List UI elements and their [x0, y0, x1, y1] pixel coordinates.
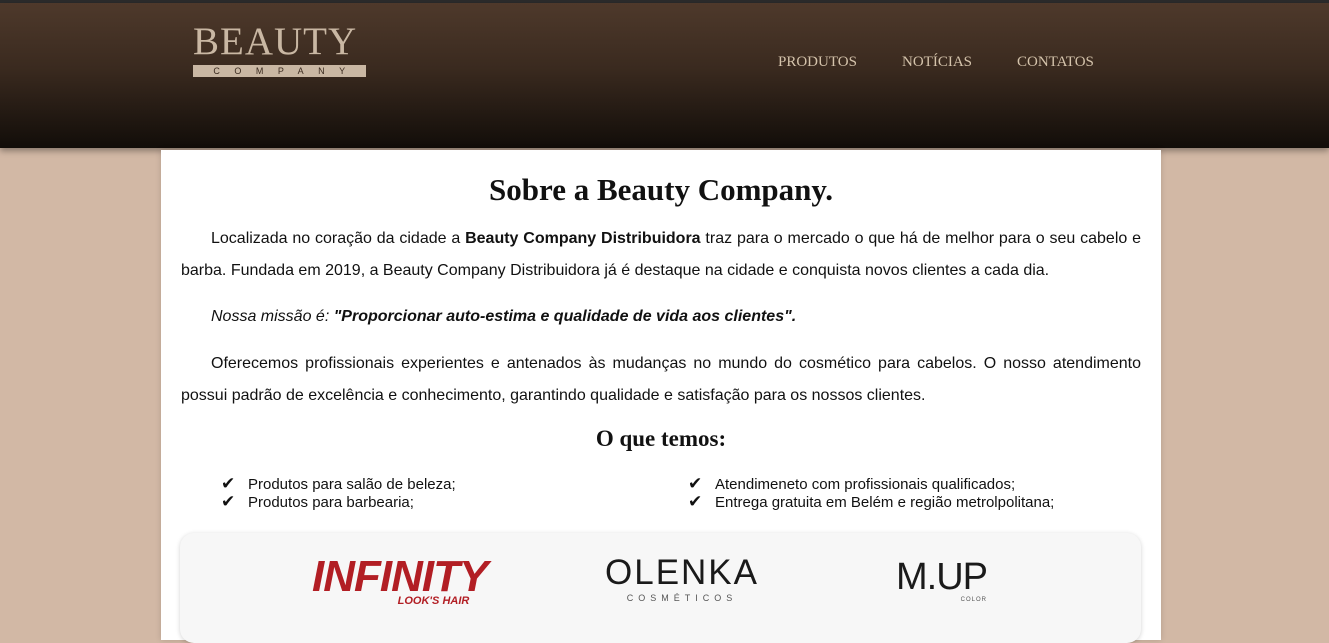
services-paragraph: Oferecemos profissionais experientes e a… [181, 355, 1141, 404]
feature-item: ✔ Entrega gratuita em Belém e região metr… [688, 493, 1054, 512]
nav-link-contatos[interactable]: CONTATOS [1017, 54, 1094, 71]
brand-name: OLENKA [605, 553, 759, 592]
feature-item: ✔ Atendimeneto com profissionais qualific… [688, 475, 1015, 494]
brand-logo-infinity[interactable]: INFINITY LOOK'S HAIR [312, 552, 488, 608]
feature-item: ✔ Produtos para salão de beleza; [221, 475, 456, 494]
brand-name: M.UP [896, 556, 988, 598]
brands-panel: INFINITY LOOK'S HAIR OLENKA COSMÉTICOS M… [180, 533, 1141, 643]
mission-label: Nossa missão é: [211, 308, 334, 325]
logo-subtitle: COMPANY [193, 65, 366, 77]
brand-name: INFINITY [312, 552, 488, 601]
checkmark-icon: ✔ [688, 492, 703, 511]
nav-link-noticias[interactable]: NOTÍCIAS [902, 54, 972, 71]
logo-word: BEAUTY [193, 20, 358, 63]
feature-label: Produtos para barbearia; [248, 494, 414, 511]
brand-logo[interactable]: BEAUTY COMPANY [193, 21, 367, 81]
brand-logo-mup[interactable]: M.UP COLOR [896, 556, 988, 603]
nav-link-produtos[interactable]: PRODUTOS [778, 54, 857, 71]
checkmark-icon: ✔ [221, 474, 236, 493]
section-title: O que temos: [595, 426, 727, 451]
checkmark-icon: ✔ [688, 474, 703, 493]
content-card: Sobre a Beauty Company. Localizada no co… [161, 150, 1161, 643]
about-paragraph: Localizada no coração da cidade a Beauty… [181, 223, 1141, 287]
checkmark-icon: ✔ [221, 492, 236, 511]
feature-label: Atendimeneto com profissionais qualifica… [715, 476, 1016, 493]
feature-label: Produtos para salão de beleza; [248, 476, 456, 493]
site-header: BEAUTY COMPANY PRODUTOS NOTÍCIAS CONTATO… [0, 3, 1329, 148]
feature-label: Entrega gratuita em Belém e região metro… [715, 494, 1055, 511]
brand-logo-olenka[interactable]: OLENKA COSMÉTICOS [605, 553, 759, 604]
mission-statement: "Proporcionar auto-estima e qualidade de… [333, 308, 797, 325]
brand-tagline: COSMÉTICOS [626, 593, 738, 603]
about-text-start: Localizada no coração da cidade a [211, 230, 466, 247]
company-name: Beauty Company Distribuidora [465, 230, 701, 247]
page-title: Sobre a Beauty Company. [489, 172, 833, 207]
feature-item: ✔ Produtos para barbearia; [221, 493, 414, 512]
mission-paragraph: Nossa missão é: "Proporcionar auto-estim… [181, 301, 1141, 333]
